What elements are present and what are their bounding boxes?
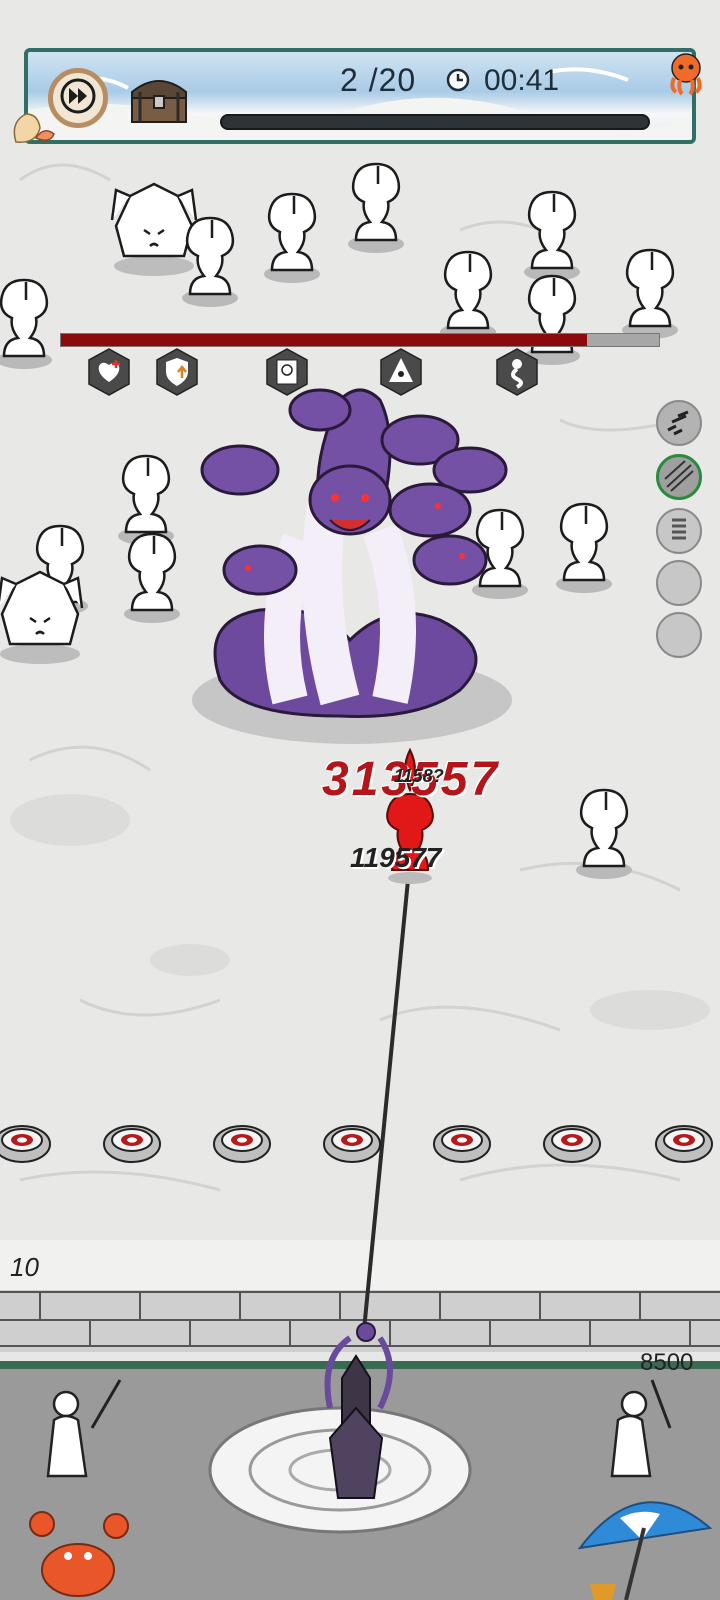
- hydra-boss: [192, 388, 512, 744]
- wall-counter: 10: [10, 1252, 39, 1282]
- trap-row: [0, 1125, 713, 1163]
- pawn-enemy: [262, 192, 322, 285]
- pawn-enemy: [438, 250, 498, 343]
- floor-trap: [543, 1125, 601, 1163]
- dash-skill-icon[interactable]: [656, 400, 702, 446]
- pawn-enemy: [0, 278, 54, 371]
- pawn-enemy: [620, 248, 680, 341]
- pawn-enemy: [346, 162, 406, 255]
- floor-trap: [213, 1125, 271, 1163]
- spearman-ally: [610, 1379, 672, 1478]
- spring-skill-icon[interactable]: [656, 508, 702, 554]
- crab-icon: [29, 1511, 129, 1597]
- dark-knight-hero[interactable]: [290, 1318, 400, 1508]
- floor-trap: [433, 1125, 491, 1163]
- golem-enemy: [0, 570, 84, 666]
- pawn-enemy: [522, 190, 582, 283]
- wall-health-value: 8500: [640, 1349, 694, 1376]
- spearman-ally: [46, 1379, 122, 1478]
- pawn-enemy: [574, 788, 634, 881]
- damage-number: 119577: [350, 842, 442, 873]
- pawn-enemy: [122, 532, 182, 625]
- arrow-rain-skill-icon[interactable]: [656, 454, 702, 500]
- golem-enemy: [110, 182, 198, 278]
- empty-skill-slot[interactable]: [656, 560, 702, 606]
- pawn-enemy: [116, 454, 176, 547]
- pawn-enemy: [554, 502, 614, 595]
- damage-number: 1158?: [394, 766, 444, 786]
- floor-trap: [103, 1125, 161, 1163]
- beach-umbrella-icon: [577, 1501, 713, 1600]
- floor-trap: [655, 1125, 713, 1163]
- heart-plus-icon: [88, 348, 130, 396]
- game-stage: 2 /20 00:41 313557 1158? 119577 10 8500: [0, 0, 720, 1600]
- boss-health-bar: [60, 333, 660, 347]
- empty-skill-slot[interactable]: [656, 612, 702, 658]
- floor-trap: [323, 1125, 381, 1163]
- boss-health-fill: [61, 334, 588, 346]
- floor-trap: [0, 1125, 51, 1163]
- red-soldier-enemy: [362, 747, 434, 1331]
